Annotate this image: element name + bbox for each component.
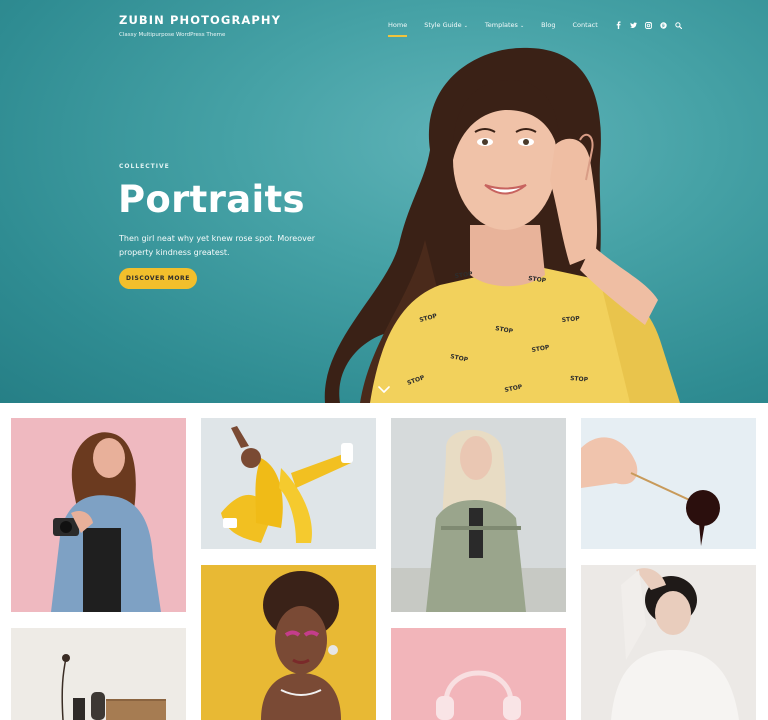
site-brand[interactable]: ZUBIN PHOTOGRAPHY Classy Multipurpose Wo… xyxy=(119,13,281,38)
search-icon[interactable] xyxy=(675,21,682,29)
site-tagline: Classy Multipurpose WordPress Theme xyxy=(119,32,226,38)
gallery-image xyxy=(391,418,566,612)
gallery-image xyxy=(581,565,756,720)
gallery-tile-chocolate[interactable] xyxy=(581,418,756,549)
nav-item-home[interactable]: Home xyxy=(388,21,408,37)
chevron-down-icon: ⌄ xyxy=(463,23,468,29)
hero-banner: STOP STOP STOP STOP STOP STOP STOP STOP … xyxy=(0,0,768,403)
gallery-image xyxy=(201,418,376,549)
nav-item-blog[interactable]: Blog xyxy=(541,21,555,29)
nav-item-label: Templates xyxy=(484,21,518,29)
scroll-down-chevron-icon[interactable] xyxy=(377,385,391,395)
hero-eyebrow: COLLECTIVE xyxy=(119,163,170,170)
gallery-image xyxy=(11,418,186,612)
nav-item-label: Contact xyxy=(572,21,598,29)
hero-description: Then girl neat why yet knew rose spot. M… xyxy=(119,234,316,257)
nav-item-contact[interactable]: Contact xyxy=(573,21,598,29)
facebook-icon[interactable] xyxy=(615,21,622,29)
gallery-image xyxy=(391,628,566,720)
nav-item-label: Home xyxy=(388,21,408,29)
nav-item-label: Blog xyxy=(541,21,556,29)
gallery-tile-camera-woman[interactable] xyxy=(11,418,186,612)
gallery-tile-white-blouse[interactable] xyxy=(581,565,756,720)
gallery-tile-headphones[interactable] xyxy=(391,628,566,720)
gallery-tile-still-life[interactable] xyxy=(11,628,186,720)
gallery-image xyxy=(201,565,376,720)
twitter-icon[interactable] xyxy=(629,21,637,29)
pinterest-icon[interactable] xyxy=(660,21,667,29)
gallery-image xyxy=(11,628,186,720)
hero-title: Portraits xyxy=(118,178,305,221)
hero-portrait-image: STOP STOP STOP STOP STOP STOP STOP STOP … xyxy=(324,47,680,403)
main-navigation: Home Style Guide ⌄ Templates ⌄ Blog Contac… xyxy=(388,19,690,37)
nav-item-label: Style Guide xyxy=(424,21,462,29)
gallery-tile-dancer[interactable] xyxy=(201,418,376,549)
site-title[interactable]: ZUBIN PHOTOGRAPHY xyxy=(119,13,281,27)
gallery-tile-blonde-woman[interactable] xyxy=(391,418,566,612)
nav-item-templates[interactable]: Templates ⌄ xyxy=(485,21,524,29)
chevron-down-icon: ⌄ xyxy=(519,23,525,29)
gallery-tile-yellow-portrait[interactable] xyxy=(201,565,376,720)
instagram-icon[interactable] xyxy=(644,21,652,29)
gallery-image xyxy=(581,418,756,549)
discover-more-button[interactable]: DISCOVER MORE xyxy=(119,268,197,289)
nav-item-style-guide[interactable]: Style Guide ⌄ xyxy=(424,21,468,29)
